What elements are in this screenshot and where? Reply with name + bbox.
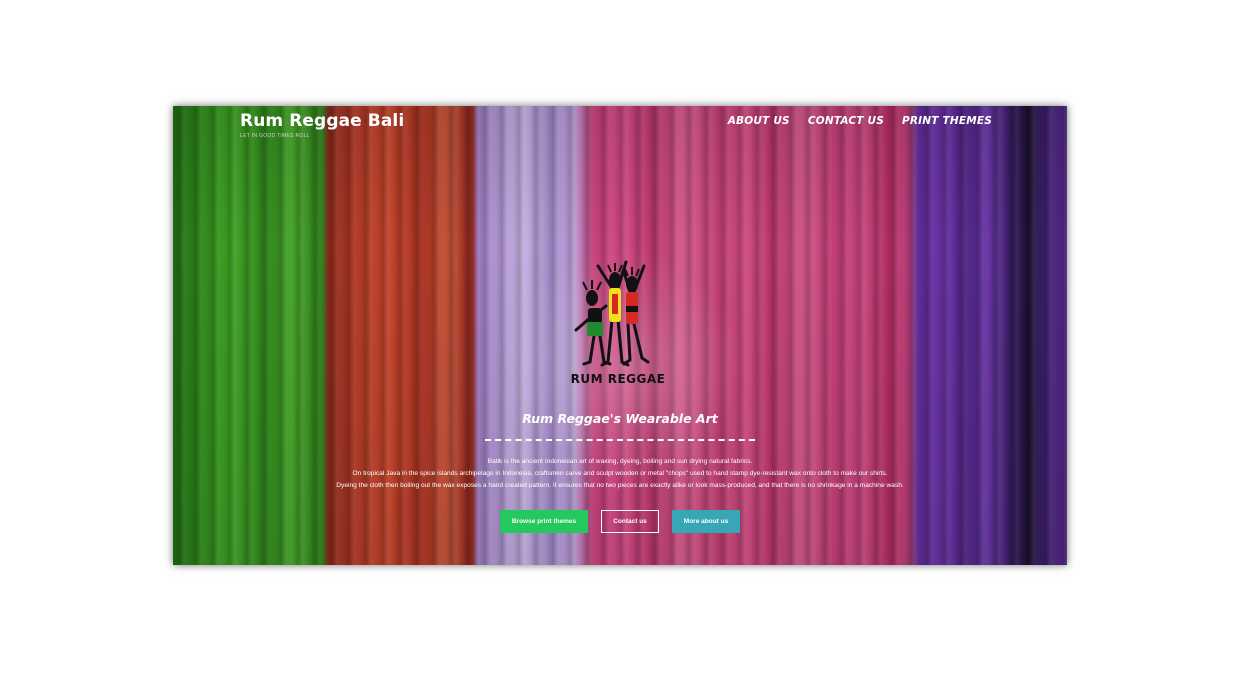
logo-text: RUM REGGAE xyxy=(570,372,666,386)
hero-section: Rum Reggae Bali LET IN GOOD TIMES ROLL A… xyxy=(173,106,1067,565)
description-line: Batik is the ancient Indonesian art of w… xyxy=(487,458,753,465)
hero-heading: Rum Reggae's Wearable Art xyxy=(522,411,718,426)
hero-buttons: Browse print themes Contact us More abou… xyxy=(173,510,1067,533)
nav-item-contact-us[interactable]: Contact us xyxy=(808,115,884,127)
rum-reggae-logo: RUM REGGAE xyxy=(568,258,668,393)
main-nav: About us Contact us Print themes xyxy=(728,115,992,127)
site-header: Rum Reggae Bali LET IN GOOD TIMES ROLL A… xyxy=(173,106,1067,146)
more-about-us-button[interactable]: More about us xyxy=(672,510,740,533)
heading-divider xyxy=(485,439,755,441)
contact-us-button[interactable]: Contact us xyxy=(601,510,659,533)
nav-item-about-us[interactable]: About us xyxy=(728,115,790,127)
site-tagline: LET IN GOOD TIMES ROLL xyxy=(240,133,310,139)
description-line: Dyeing the cloth then boiling out the wa… xyxy=(336,482,904,489)
site-title[interactable]: Rum Reggae Bali xyxy=(240,111,404,131)
nav-item-print-themes[interactable]: Print themes xyxy=(902,115,992,127)
description-line: On tropical Java in the spice islands ar… xyxy=(352,470,888,477)
browse-print-themes-button[interactable]: Browse print themes xyxy=(500,510,588,533)
hero-description: Batik is the ancient Indonesian art of w… xyxy=(173,456,1067,492)
dancing-figures-logo-icon xyxy=(574,260,650,367)
